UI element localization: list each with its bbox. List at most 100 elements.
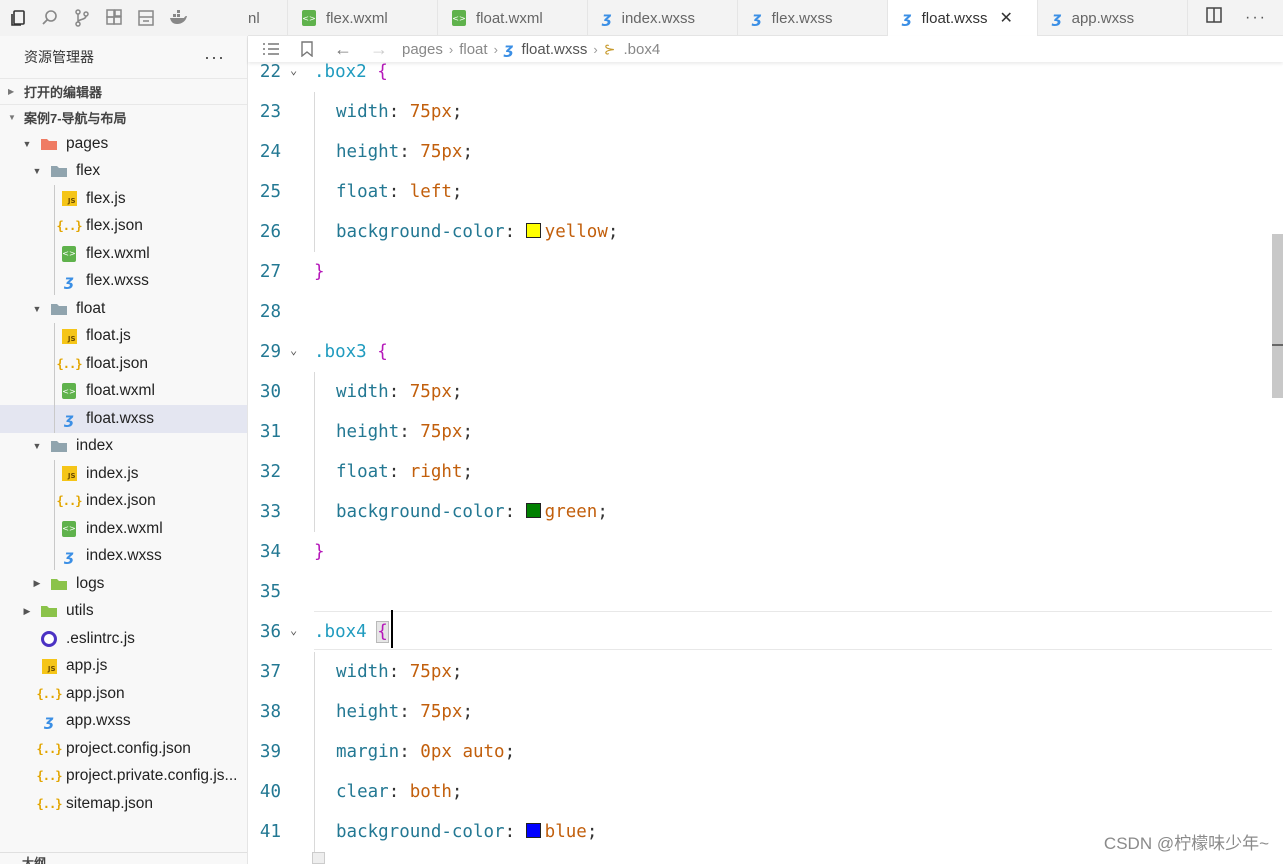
more-actions-icon[interactable]: ··· bbox=[204, 47, 225, 68]
tree-item-project-config-json[interactable]: {..} project.config.json bbox=[0, 735, 247, 763]
tree-item-eslintrc-js[interactable]: .eslintrc.js bbox=[0, 625, 247, 653]
code-text: background-color: yellow; bbox=[336, 222, 618, 242]
indent-guide bbox=[54, 515, 55, 543]
tree-item-float-wxml[interactable]: <> float.wxml bbox=[0, 377, 247, 405]
tree-item-flex[interactable]: ▼ flex bbox=[0, 158, 247, 186]
tree-item-flex-wxss[interactable]: ʒ flex.wxss bbox=[0, 267, 247, 295]
tree-item-index-js[interactable]: JS index.js bbox=[0, 460, 247, 488]
json-file-icon: {..} bbox=[36, 741, 63, 756]
tab-float-wxss[interactable]: ʒ float.wxss ✕ bbox=[888, 0, 1038, 36]
back-arrow-icon[interactable]: ← bbox=[330, 39, 356, 59]
tree-item-float-wxss[interactable]: ʒ float.wxss bbox=[0, 405, 247, 433]
code-line[interactable]: 23 width: 75px; bbox=[248, 102, 1283, 142]
breadcrumb-float[interactable]: float bbox=[459, 41, 487, 58]
code-line[interactable]: 26 background-color: yellow; bbox=[248, 222, 1283, 262]
token-prop: height bbox=[336, 422, 400, 442]
collapsed-triangle-icon[interactable]: ▶ bbox=[30, 578, 44, 589]
code-line[interactable]: 34} bbox=[248, 542, 1283, 582]
tree-item-float-js[interactable]: JS float.js bbox=[0, 322, 247, 350]
tree-item-index-wxss[interactable]: ʒ index.wxss bbox=[0, 542, 247, 570]
tree-item-label: flex.js bbox=[86, 189, 126, 207]
collapsed-triangle-icon[interactable]: ▶ bbox=[20, 606, 34, 617]
code-line[interactable]: 31 height: 75px; bbox=[248, 422, 1283, 462]
breadcrumb-symbol[interactable]: .box4 bbox=[623, 41, 660, 58]
tab-list: nl <> flex.wxml <> float.wxml ʒ index.wxss ʒ fle… bbox=[248, 0, 1188, 36]
code-line[interactable]: 30 width: 75px; bbox=[248, 382, 1283, 422]
outline-list-icon[interactable] bbox=[258, 39, 284, 59]
tree-item-flex-js[interactable]: JS flex.js bbox=[0, 185, 247, 213]
expanded-triangle-icon[interactable]: ▼ bbox=[30, 441, 44, 451]
code-text: background-color: green; bbox=[336, 502, 608, 522]
tree-item-label: logs bbox=[76, 574, 105, 592]
tree-item-flex-json[interactable]: {..} flex.json bbox=[0, 212, 247, 240]
code-line[interactable]: 40 clear: both; bbox=[248, 782, 1283, 822]
expanded-triangle-icon[interactable]: ▼ bbox=[30, 166, 44, 176]
tree-item-logs[interactable]: ▶ logs bbox=[0, 570, 247, 598]
search-icon[interactable] bbox=[38, 6, 62, 30]
tree-item-sitemap-json[interactable]: {..} sitemap.json bbox=[0, 790, 247, 818]
code-line[interactable]: 29 ⌄ .box3 { bbox=[248, 342, 1283, 382]
tab-flex-wxss[interactable]: ʒ flex.wxss bbox=[738, 0, 888, 36]
code-line[interactable]: 36 ⌄ .box4 { bbox=[248, 621, 1283, 662]
breadcrumb-file[interactable]: float.wxss bbox=[522, 41, 588, 58]
fold-chevron-icon[interactable]: ⌄ bbox=[290, 622, 302, 638]
breadcrumb: ← → pages › float › ʒ float.wxss › ⊱ .bo… bbox=[248, 36, 1283, 62]
tab-nl[interactable]: nl bbox=[248, 0, 288, 36]
explorer-icon[interactable] bbox=[6, 6, 30, 30]
code-line[interactable]: 27} bbox=[248, 262, 1283, 302]
explorer-sidebar: 资源管理器 ··· ▶ 打开的编辑器 ▼ 案例7-导航与布局 ▼ pages ▼ fl… bbox=[0, 36, 248, 864]
project-section[interactable]: ▼ 案例7-导航与布局 bbox=[0, 104, 247, 130]
tab-index-wxss[interactable]: ʒ index.wxss bbox=[588, 0, 738, 36]
code-line[interactable]: 22 ⌄ .box2 { bbox=[248, 62, 1283, 102]
outline-section[interactable]: 大纲 bbox=[0, 852, 247, 864]
close-icon[interactable]: ✕ bbox=[999, 8, 1012, 28]
code-line[interactable]: 39 margin: 0px auto; bbox=[248, 742, 1283, 782]
extensions-icon[interactable] bbox=[102, 6, 126, 30]
split-editor-icon[interactable] bbox=[1205, 6, 1223, 29]
token-prop: margin bbox=[336, 742, 400, 762]
code-line[interactable]: 28 bbox=[248, 302, 1283, 342]
line-number: 28 bbox=[259, 302, 281, 322]
code-line[interactable]: 24 height: 75px; bbox=[248, 142, 1283, 182]
color-swatch[interactable] bbox=[525, 223, 541, 238]
open-editors-section[interactable]: ▶ 打开的编辑器 bbox=[0, 78, 247, 104]
token-val: auto bbox=[462, 742, 505, 762]
forward-arrow-icon[interactable]: → bbox=[366, 39, 392, 59]
tab-float-wxml[interactable]: <> float.wxml bbox=[438, 0, 588, 36]
more-tab-actions-icon[interactable]: ··· bbox=[1245, 9, 1267, 27]
code-line[interactable]: 38 height: 75px; bbox=[248, 702, 1283, 742]
breadcrumb-pages[interactable]: pages bbox=[402, 41, 443, 58]
tree-item-utils[interactable]: ▶ utils bbox=[0, 598, 247, 626]
expanded-triangle-icon[interactable]: ▼ bbox=[30, 304, 44, 314]
tree-item-index[interactable]: ▼ index bbox=[0, 433, 247, 461]
source-control-icon[interactable] bbox=[70, 6, 94, 30]
code-line[interactable]: 32 float: right; bbox=[248, 462, 1283, 502]
tree-item-flex-wxml[interactable]: <> flex.wxml bbox=[0, 240, 247, 268]
tab-app-wxss[interactable]: ʒ app.wxss bbox=[1038, 0, 1188, 36]
fold-chevron-icon[interactable]: ⌄ bbox=[290, 342, 302, 358]
bookmark-icon[interactable] bbox=[294, 39, 320, 59]
tree-item-app-json[interactable]: {..} app.json bbox=[0, 680, 247, 708]
color-swatch[interactable] bbox=[525, 503, 541, 518]
tree-item-app-js[interactable]: JS app.js bbox=[0, 653, 247, 681]
docker-icon[interactable] bbox=[166, 6, 190, 30]
code-line[interactable]: 25 float: left; bbox=[248, 182, 1283, 222]
code-line[interactable]: 33 background-color: green; bbox=[248, 502, 1283, 542]
storage-icon[interactable] bbox=[134, 6, 158, 30]
tree-item-index-wxml[interactable]: <> index.wxml bbox=[0, 515, 247, 543]
color-swatch[interactable] bbox=[525, 823, 541, 838]
tree-item-app-wxss[interactable]: ʒ app.wxss bbox=[0, 708, 247, 736]
vertical-scrollbar[interactable] bbox=[1272, 62, 1283, 864]
expanded-triangle-icon[interactable]: ▼ bbox=[20, 139, 34, 149]
tree-item-float-json[interactable]: {..} float.json bbox=[0, 350, 247, 378]
fold-chevron-icon[interactable]: ⌄ bbox=[290, 62, 302, 78]
tab-flex-wxml[interactable]: <> flex.wxml bbox=[288, 0, 438, 36]
code-editor[interactable]: 22 ⌄ .box2 {23 width: 75px; 24 height: 75px; 2… bbox=[248, 62, 1283, 864]
tree-item-pages[interactable]: ▼ pages bbox=[0, 130, 247, 158]
tree-item-index-json[interactable]: {..} index.json bbox=[0, 487, 247, 515]
code-line[interactable]: 37 width: 75px; bbox=[248, 662, 1283, 702]
token-sel: .box2 bbox=[314, 62, 367, 82]
tree-item-project-private-config-js[interactable]: {..} project.private.config.js... bbox=[0, 763, 247, 791]
tree-item-float[interactable]: ▼ float bbox=[0, 295, 247, 323]
scrollbar-thumb[interactable] bbox=[1272, 234, 1283, 398]
